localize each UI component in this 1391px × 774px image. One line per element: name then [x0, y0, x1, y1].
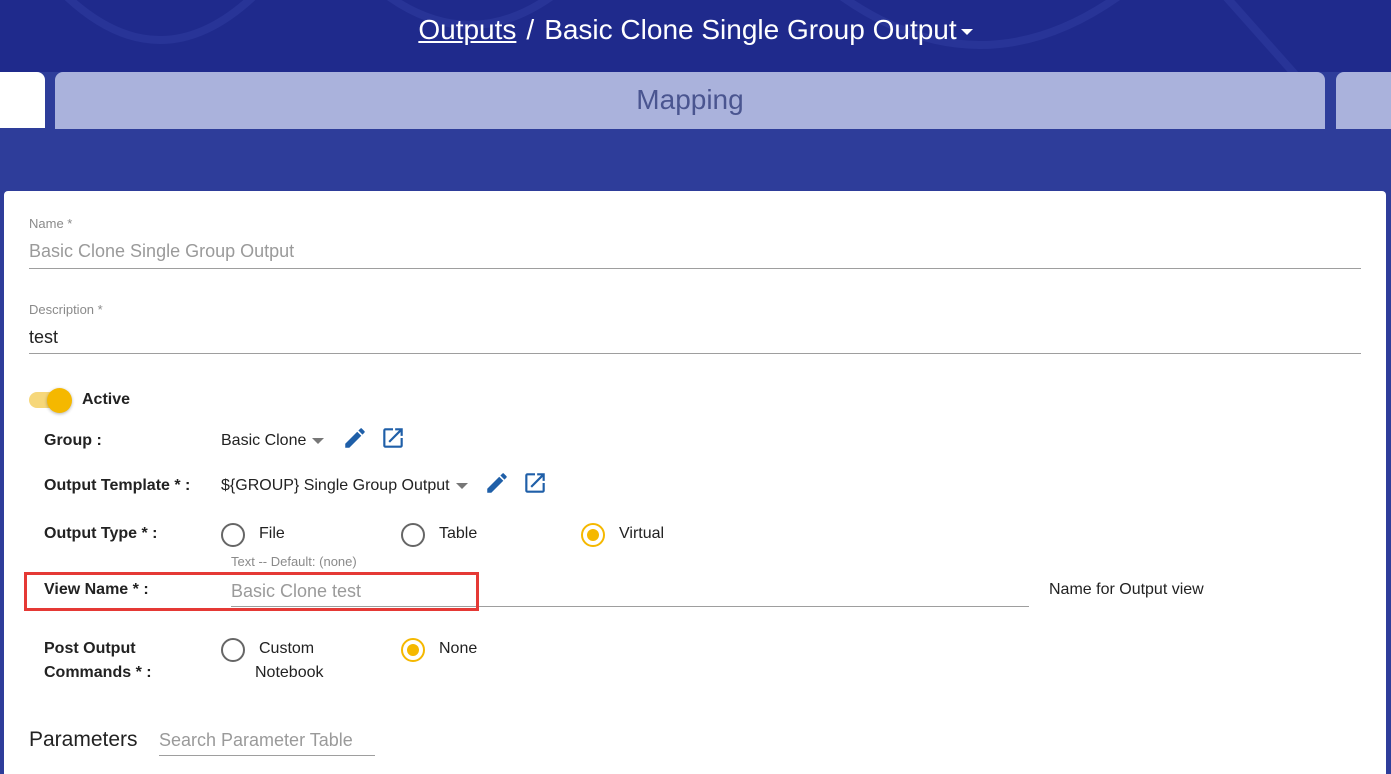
description-underline [29, 353, 1361, 354]
output-template-label: Output Template * : [44, 477, 191, 494]
output-type-virtual-label[interactable]: Virtual [619, 525, 664, 543]
open-group-external-icon[interactable] [380, 425, 406, 451]
tab-next[interactable] [1336, 72, 1391, 129]
output-type-file-label[interactable]: File [259, 525, 285, 543]
output-template-select[interactable]: ${GROUP} Single Group Output [221, 477, 468, 495]
parameters-heading: Parameters [29, 728, 138, 751]
open-template-external-icon[interactable] [522, 470, 548, 496]
description-label: Description * [29, 302, 103, 317]
post-output-custom-notebook-radio[interactable] [221, 638, 245, 662]
view-name-hint: Text -- Default: (none) [231, 554, 357, 569]
output-type-file-radio[interactable] [221, 523, 245, 547]
chevron-down-icon [312, 437, 325, 444]
active-label: Active [82, 391, 131, 408]
output-template-value: ${GROUP} Single Group Output [221, 477, 450, 494]
chevron-down-icon [455, 482, 468, 489]
breadcrumb: Outputs / Basic Clone Single Group Output [0, 14, 1391, 46]
output-type-label: Output Type * : [44, 525, 158, 542]
post-output-none-label[interactable]: None [439, 640, 477, 658]
output-type-virtual-radio[interactable] [581, 523, 605, 547]
parameter-search-input[interactable] [159, 726, 375, 756]
app-header: Outputs / Basic Clone Single Group Output [0, 0, 1391, 72]
breadcrumb-outputs-link[interactable]: Outputs [418, 14, 516, 45]
post-output-label-line1: Post Output [44, 640, 136, 657]
view-name-help-text: Name for Output view [1049, 581, 1204, 598]
name-field[interactable]: Basic Clone Single Group Output [29, 241, 294, 262]
tab-previous[interactable] [0, 72, 45, 128]
active-toggle[interactable] [47, 388, 72, 413]
name-underline [29, 268, 1361, 269]
name-label: Name * [29, 216, 73, 231]
output-form-card [4, 191, 1386, 774]
group-select[interactable]: Basic Clone [221, 432, 325, 450]
edit-template-pencil-icon[interactable] [484, 470, 510, 496]
post-output-none-radio[interactable] [401, 638, 425, 662]
group-label: Group : [44, 432, 102, 449]
tab-mapping[interactable]: Mapping [55, 72, 1325, 129]
post-output-custom-label-line2[interactable]: Notebook [255, 664, 324, 682]
description-field[interactable]: test [29, 327, 58, 348]
output-type-table-label[interactable]: Table [439, 525, 477, 543]
post-output-label-line2: Commands * : [44, 664, 152, 681]
post-output-custom-label-line1[interactable]: Custom [259, 640, 314, 658]
edit-group-pencil-icon[interactable] [342, 425, 368, 451]
breadcrumb-separator: / [526, 14, 535, 45]
group-select-value: Basic Clone [221, 432, 307, 449]
view-name-highlight [24, 572, 479, 611]
title-dropdown-icon[interactable] [960, 28, 973, 35]
page-title[interactable]: Basic Clone Single Group Output [544, 14, 956, 45]
output-type-table-radio[interactable] [401, 523, 425, 547]
